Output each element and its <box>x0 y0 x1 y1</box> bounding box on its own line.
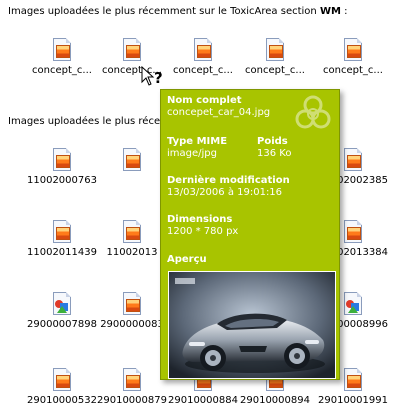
jpg-file-icon <box>123 148 141 171</box>
svg-text:?: ? <box>154 69 163 87</box>
file-label: 11002000763 <box>27 175 97 186</box>
modified-value: 13/03/2006 à 19:01:16 <box>167 187 283 198</box>
file-item[interactable]: concept_c... <box>240 38 310 76</box>
dimensions-title: Dimensions <box>167 214 233 225</box>
preview-title: Aperçu <box>167 254 207 265</box>
file-item[interactable]: concept_c... <box>27 38 97 76</box>
file-item[interactable]: 11002011439 <box>27 220 97 258</box>
mime-value: image/jpg <box>167 148 217 159</box>
file-item[interactable]: 29010000532 <box>27 368 97 406</box>
file-label: concept_c... <box>245 65 305 76</box>
jpg-file-icon <box>123 38 141 61</box>
file-item[interactable]: 11002013 <box>97 220 167 258</box>
file-label: 11002011439 <box>27 247 97 258</box>
file-info-tooltip: Nom complet concepet_car_04.jpg Type MIM… <box>160 89 340 380</box>
jpg-file-icon <box>123 368 141 391</box>
modified-title: Dernière modification <box>167 175 290 186</box>
jpg-file-icon <box>53 368 71 391</box>
file-label: 29010000884 <box>168 395 238 406</box>
file-item[interactable]: concept_c... <box>168 38 238 76</box>
name-title: Nom complet <box>167 95 242 106</box>
mime-title: Type MIME <box>167 136 228 147</box>
file-label: concept_c... <box>323 65 383 76</box>
dimensions-value: 1200 * 780 px <box>167 226 239 237</box>
file-item[interactable]: 29010000879 <box>97 368 167 406</box>
jpg-file-icon <box>53 38 71 61</box>
help-cursor-icon: ? <box>141 66 163 87</box>
file-label: 29000007898 <box>27 319 97 330</box>
jpg-file-icon <box>266 38 284 61</box>
image-file-icon <box>344 292 362 315</box>
image-file-icon <box>53 292 71 315</box>
jpg-file-icon <box>344 38 362 61</box>
file-label: concept_c... <box>32 65 92 76</box>
jpg-file-icon <box>344 368 362 391</box>
file-label: concept_c... <box>173 65 233 76</box>
file-item[interactable]: concept_c... <box>318 38 388 76</box>
jpg-file-icon <box>194 38 212 61</box>
name-value: concepet_car_04.jpg <box>167 107 271 118</box>
jpg-file-icon <box>123 220 141 243</box>
section-name: WM <box>319 6 341 17</box>
car-preview-image <box>168 271 336 379</box>
jpg-file-icon <box>344 220 362 243</box>
size-title: Poids <box>257 136 288 147</box>
file-item[interactable] <box>97 148 167 175</box>
file-item[interactable]: 2900000083 <box>97 292 167 330</box>
file-item[interactable]: 29000007898 <box>27 292 97 330</box>
jpg-file-icon <box>53 220 71 243</box>
biohazard-icon <box>295 95 331 129</box>
jpg-file-icon <box>123 292 141 315</box>
file-label: 29010000894 <box>240 395 310 406</box>
recent-images-heading: Images uploadées le plus récem <box>8 116 170 127</box>
file-label: 29010001991 <box>318 395 388 406</box>
jpg-file-icon <box>344 148 362 171</box>
file-label: 29010000879 <box>97 395 167 406</box>
file-item[interactable]: 11002000763 <box>27 148 97 186</box>
size-value: 136 Ko <box>257 148 292 159</box>
file-label: 11002013 <box>106 247 158 258</box>
file-label: 29010000532 <box>27 395 97 406</box>
jpg-file-icon <box>53 148 71 171</box>
recent-wm-heading: Images uploadées le plus récemment sur l… <box>8 6 348 17</box>
file-label: 2900000083 <box>100 319 164 330</box>
